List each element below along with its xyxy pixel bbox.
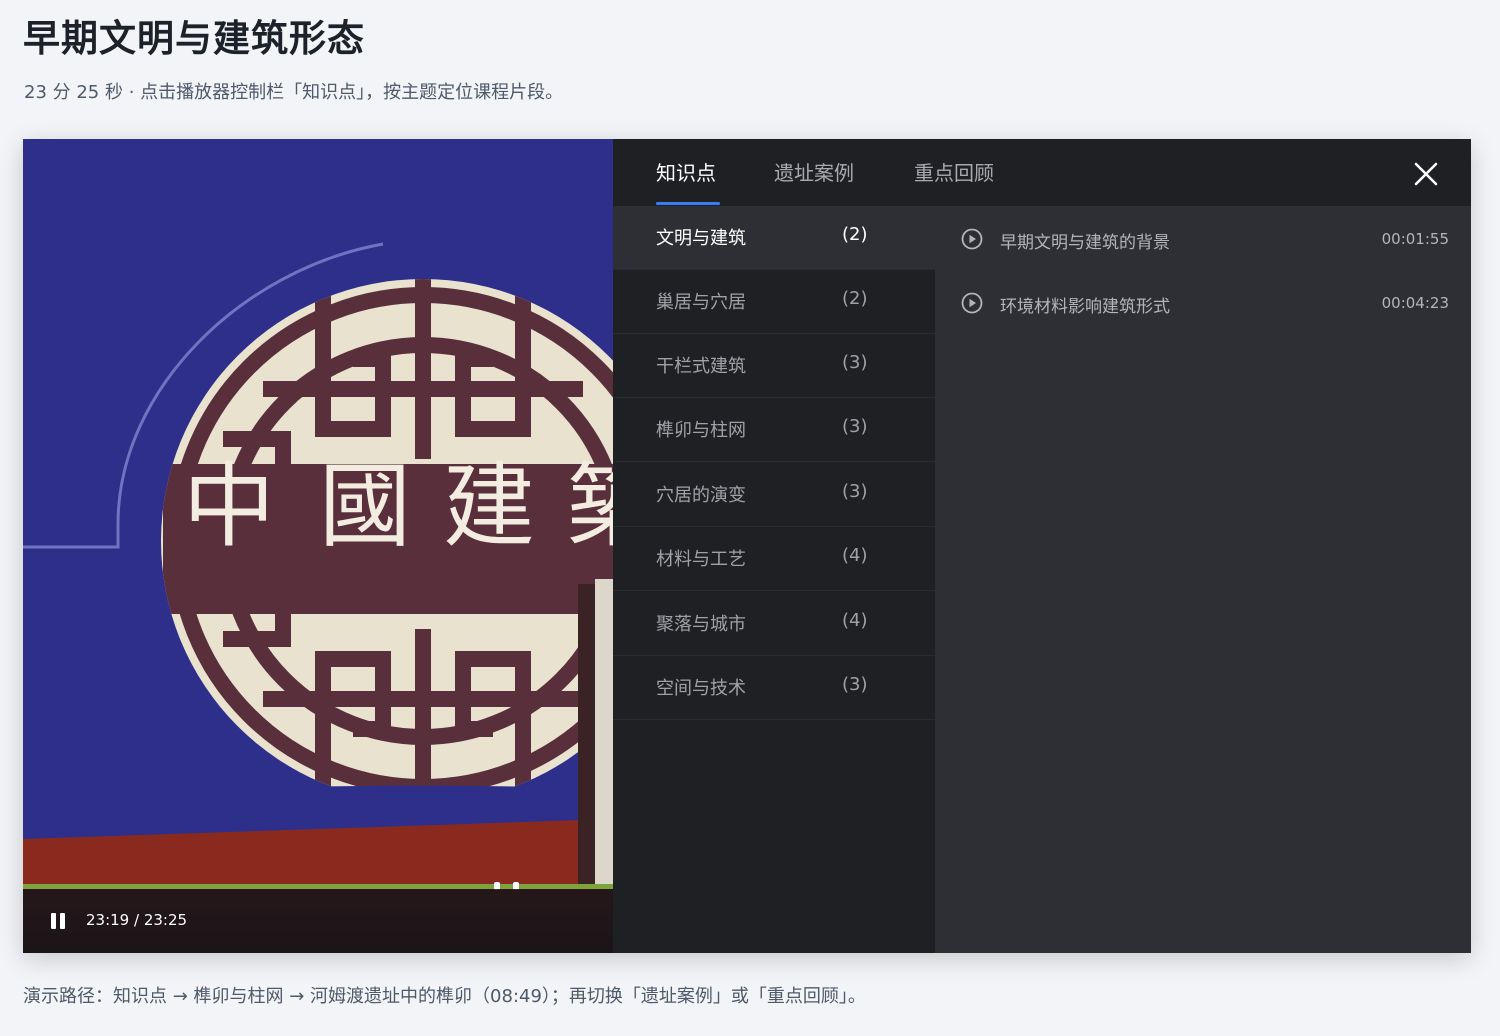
- time-readout: 23:19 / 23:25: [86, 911, 188, 929]
- knowledge-point-item[interactable]: 早期文明与建筑的背景 00:01:55: [935, 215, 1471, 265]
- knowledge-point-list: 早期文明与建筑的背景 00:01:55 环境材料影响建筑形式 00:04:23: [935, 206, 1471, 953]
- close-icon[interactable]: [1413, 161, 1439, 187]
- knowledge-point-time: 00:01:55: [1381, 230, 1449, 248]
- topic-label: 榫卯与柱网: [656, 420, 746, 441]
- knowledge-panel: 知识点 遗址案例 重点回顾 文明与建筑 (2) 巢居与穴居 (2) 干栏式建筑 …: [613, 139, 1471, 953]
- topic-count: (3): [842, 674, 868, 695]
- play-circle-icon: [961, 292, 983, 314]
- knowledge-point-label: 环境材料影响建筑形式: [1000, 297, 1170, 317]
- topic-item[interactable]: 空间与技术 (3): [613, 656, 935, 720]
- play-circle-icon: [961, 228, 983, 250]
- knowledge-point-label: 早期文明与建筑的背景: [1000, 233, 1170, 253]
- topic-item[interactable]: 榫卯与柱网 (3): [613, 398, 935, 462]
- topic-count: (3): [842, 416, 868, 437]
- topic-count: (3): [842, 481, 868, 502]
- topic-count: (2): [842, 288, 868, 309]
- video-player: 中 國 建 築 23:19 / 23:25 知识点 遗址案例 重点回顾: [23, 139, 1471, 953]
- banner-character: 築: [567, 461, 613, 553]
- control-bar: 23:19 / 23:25: [23, 889, 613, 953]
- topic-list: 文明与建筑 (2) 巢居与穴居 (2) 干栏式建筑 (3) 榫卯与柱网 (3) …: [613, 206, 935, 953]
- topic-item[interactable]: 聚落与城市 (4): [613, 592, 935, 656]
- topic-count: (4): [842, 610, 868, 631]
- topic-label: 空间与技术: [656, 678, 746, 699]
- topic-item[interactable]: 材料与工艺 (4): [613, 527, 935, 591]
- panel-header: 知识点 遗址案例 重点回顾: [613, 139, 1471, 206]
- knowledge-point-time: 00:04:23: [1381, 294, 1449, 312]
- topic-item[interactable]: 干栏式建筑 (3): [613, 334, 935, 398]
- topic-label: 聚落与城市: [656, 614, 746, 635]
- pause-icon[interactable]: [49, 911, 69, 931]
- banner-character: 國: [319, 453, 412, 560]
- topic-count: (4): [842, 545, 868, 566]
- page-subtitle: 23 分 25 秒 · 点击播放器控制栏「知识点」，按主题定位课程片段。: [24, 82, 564, 103]
- topic-label: 穴居的演变: [656, 485, 746, 506]
- topic-label: 材料与工艺: [656, 549, 746, 570]
- topic-label: 巢居与穴居: [656, 292, 746, 313]
- topic-count: (2): [842, 224, 868, 245]
- active-tab-indicator: [656, 202, 720, 205]
- banner-character: 中: [183, 453, 276, 560]
- topic-item[interactable]: 穴居的演变 (3): [613, 463, 935, 527]
- topic-count: (3): [842, 352, 868, 373]
- page-title: 早期文明与建筑形态: [23, 17, 365, 60]
- video-frame[interactable]: 中 國 建 築 23:19 / 23:25: [23, 139, 613, 953]
- knowledge-point-item[interactable]: 环境材料影响建筑形式 00:04:23: [935, 279, 1471, 329]
- tab-key-review[interactable]: 重点回顾: [914, 157, 994, 186]
- topic-label: 干栏式建筑: [656, 356, 746, 377]
- topic-label: 文明与建筑: [656, 228, 746, 249]
- demo-path-note: 演示路径：知识点 → 榫卯与柱网 → 河姆渡遗址中的榫卯（08:49）；再切换「…: [23, 986, 866, 1007]
- topic-item[interactable]: 巢居与穴居 (2): [613, 270, 935, 334]
- tab-site-cases[interactable]: 遗址案例: [774, 157, 854, 186]
- tab-knowledge-points[interactable]: 知识点: [656, 157, 716, 186]
- banner-character: 建: [443, 453, 536, 560]
- topic-item[interactable]: 文明与建筑 (2): [613, 206, 935, 270]
